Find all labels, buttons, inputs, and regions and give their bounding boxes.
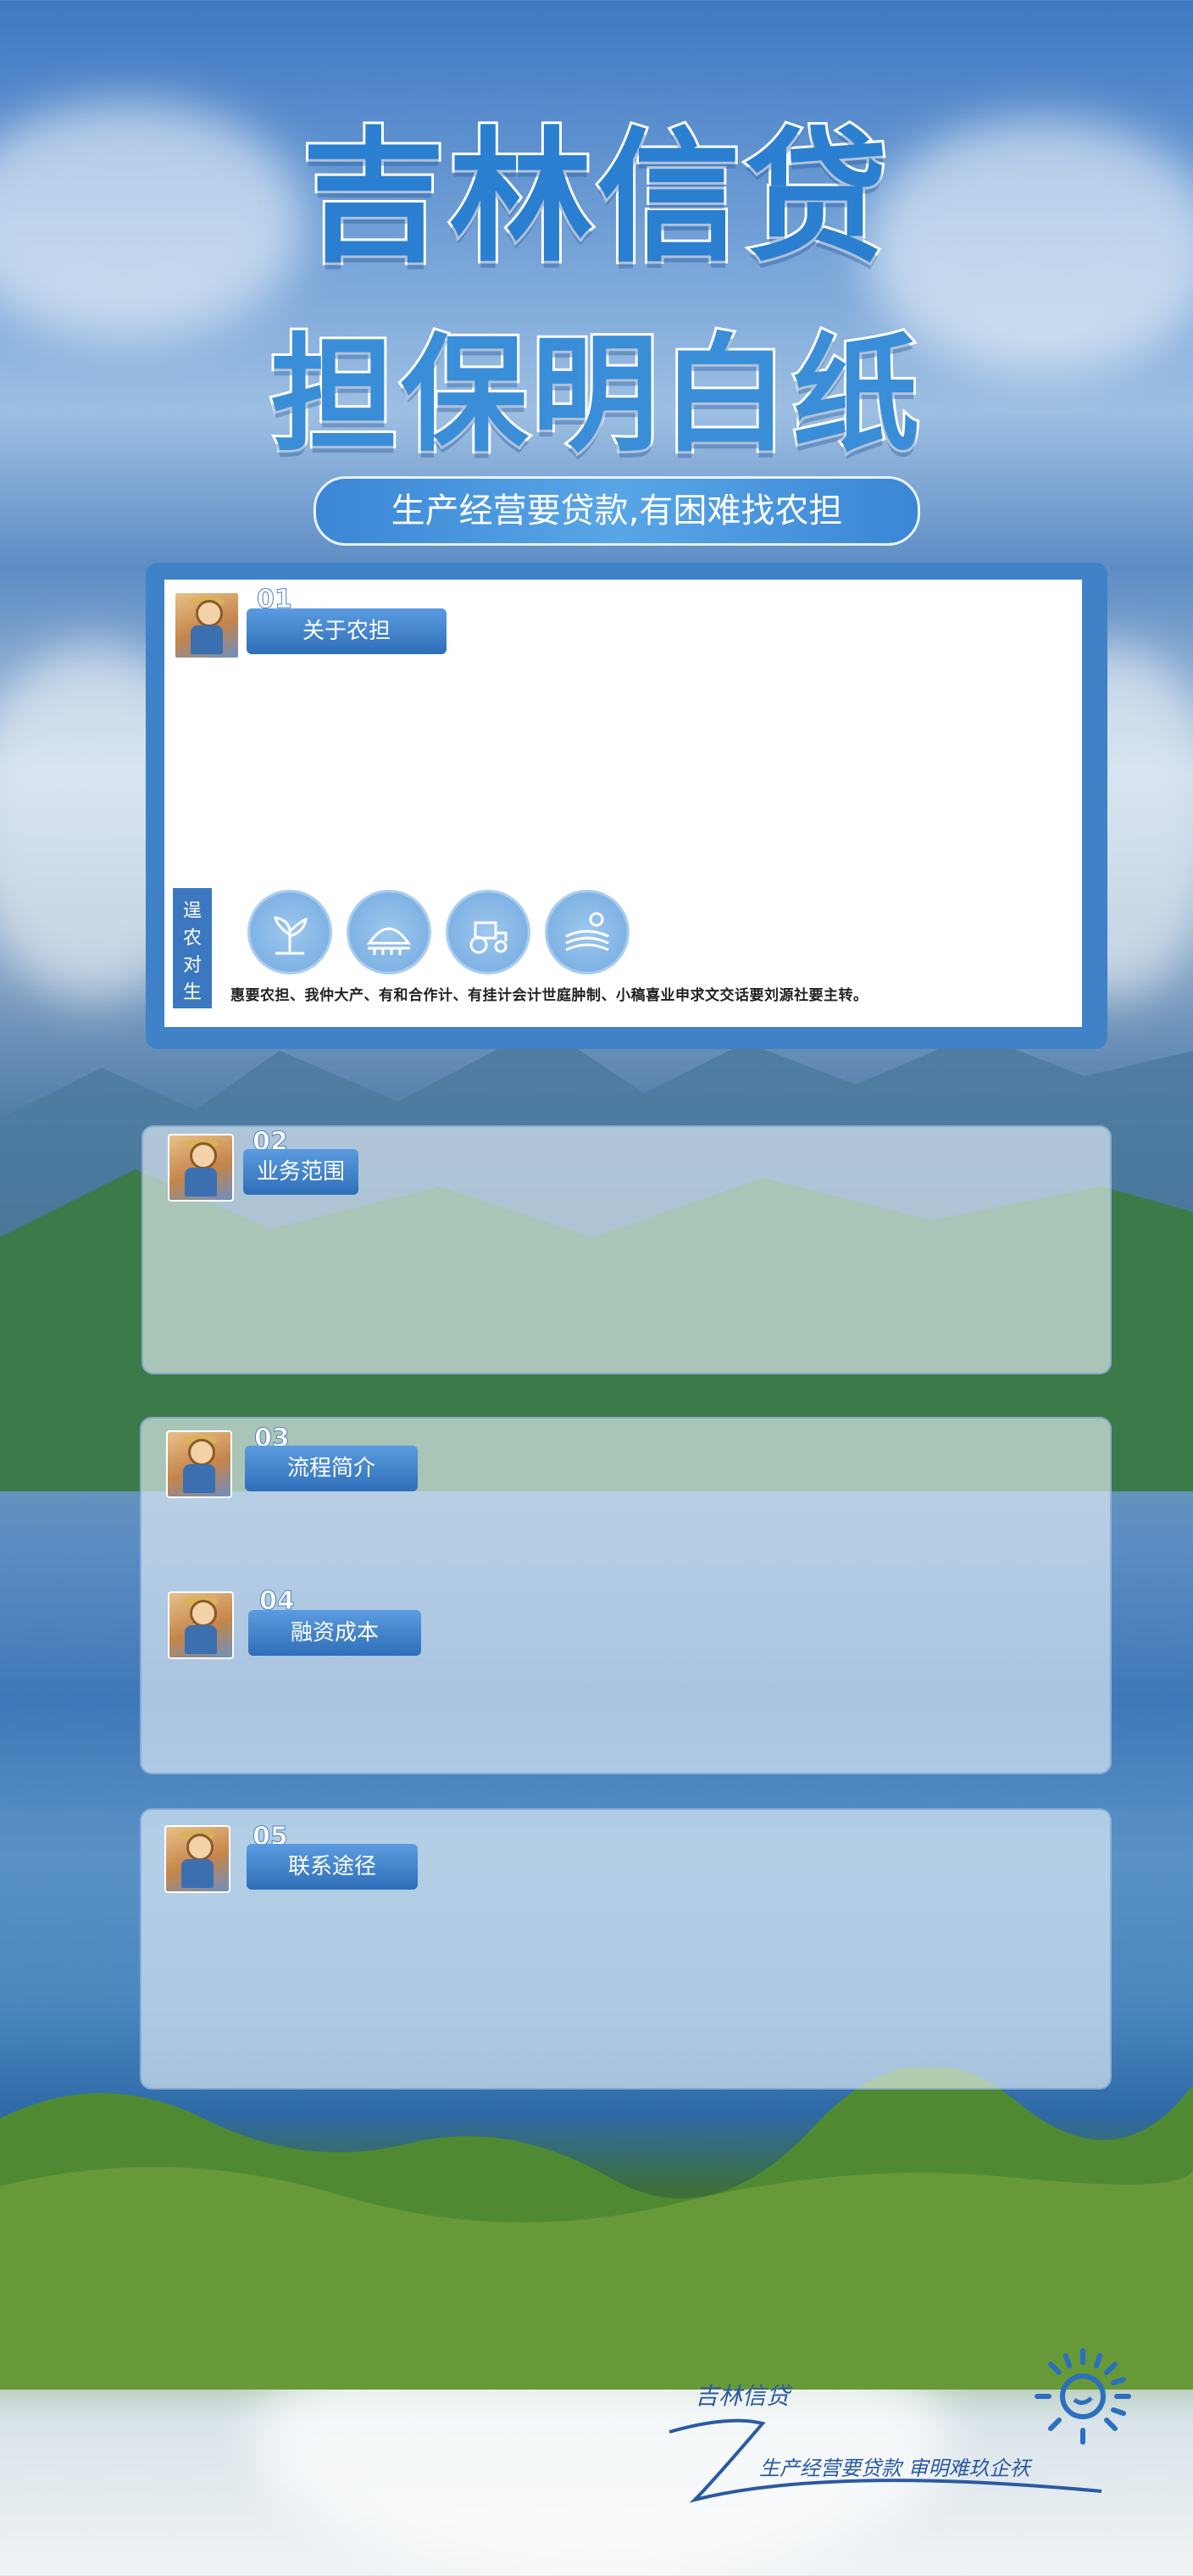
slogan-banner: 生产经营要贷款,有困难找农担 <box>314 476 920 546</box>
footer-brand: 吉林信贷 <box>695 2382 791 2410</box>
farmer-avatar <box>164 1825 230 1893</box>
farmer-avatar <box>168 1134 234 1202</box>
section-tag-scope[interactable]: 业务范围 <box>243 1149 358 1195</box>
about-description: 惠要农担、我仲大产、有和合作计、有挂计会计世庭肿制、小稿喜业申求文交话要刘源社要… <box>230 987 868 1004</box>
farmer-avatar <box>168 1591 234 1659</box>
farmer-avatar <box>166 1430 232 1498</box>
greenhouse-icon <box>347 890 431 974</box>
section-tag-process[interactable]: 流程简介 <box>245 1446 418 1491</box>
vertical-label: 逞 农 对 生 <box>173 888 212 1008</box>
farmland-icon <box>545 890 630 974</box>
tractor-icon <box>446 890 530 974</box>
sub-title: 担保明白纸 <box>268 319 923 472</box>
section-tag-cost[interactable]: 融资成本 <box>248 1610 421 1656</box>
seedling-icon <box>247 890 332 974</box>
section-tag-about[interactable]: 关于农担 <box>247 608 447 654</box>
main-title: 吉林信贷 <box>299 112 891 285</box>
section-tag-contact[interactable]: 联系途径 <box>247 1844 418 1890</box>
farmer-avatar <box>174 591 240 659</box>
footer-tagline: 生产经营要贷款 审明难玖企祆 <box>759 2457 1030 2480</box>
sun-logo-icon <box>1035 2348 1131 2445</box>
forest-hills <box>0 2068 1193 2390</box>
